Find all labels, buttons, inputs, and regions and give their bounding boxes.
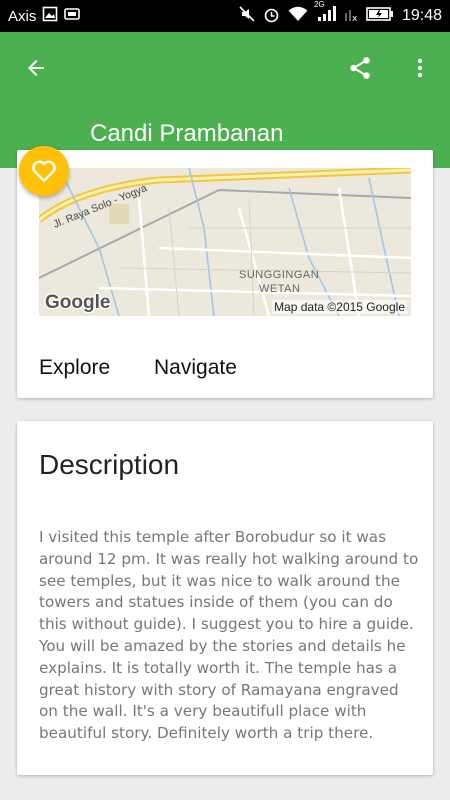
description-card: Description I visited this temple after … [17, 421, 433, 775]
carrier-label: Axis [8, 7, 37, 25]
page-title: Candi Prambanan [90, 120, 284, 147]
explore-button[interactable]: Explore [39, 356, 110, 380]
share-button[interactable] [342, 50, 378, 86]
area-label-1: SUNGGINGAN [239, 269, 319, 281]
more-vert-icon [417, 58, 423, 78]
map-attribution: Map data ©2015 Google [272, 300, 407, 314]
battery-icon [366, 6, 394, 26]
more-options-button[interactable] [402, 50, 438, 86]
no-sim-icon: x [344, 6, 358, 26]
description-heading: Description [39, 449, 180, 480]
clock: 19:48 [401, 7, 442, 24]
alarm-icon [263, 6, 280, 27]
signal-icon: 2G [314, 0, 336, 26]
back-button[interactable] [18, 50, 54, 86]
map-view[interactable]: Jl. Raya Solo - Yogya SUNGGINGAN WETAN G… [39, 168, 411, 316]
favorite-button[interactable] [19, 146, 69, 196]
app-toolbar: Candi Prambanan [0, 32, 450, 168]
mute-icon [239, 6, 255, 26]
share-icon [350, 57, 370, 79]
screenshot-notification-icon [64, 7, 81, 25]
map-card: Jl. Raya Solo - Yogya SUNGGINGAN WETAN G… [17, 150, 433, 398]
network-badge: 2G [313, 0, 325, 9]
svg-text:x: x [352, 14, 358, 22]
description-body: I visited this temple after Borobudur so… [39, 528, 419, 743]
navigate-button[interactable]: Navigate [154, 356, 237, 380]
back-arrow-icon [28, 60, 44, 76]
wifi-icon [288, 6, 308, 26]
area-label-2: WETAN [259, 283, 300, 295]
status-bar: Axis 2G x 19:48 [0, 0, 450, 32]
image-notification-icon [42, 6, 58, 26]
google-logo: Google [45, 292, 111, 313]
heart-outline-icon [32, 160, 56, 182]
